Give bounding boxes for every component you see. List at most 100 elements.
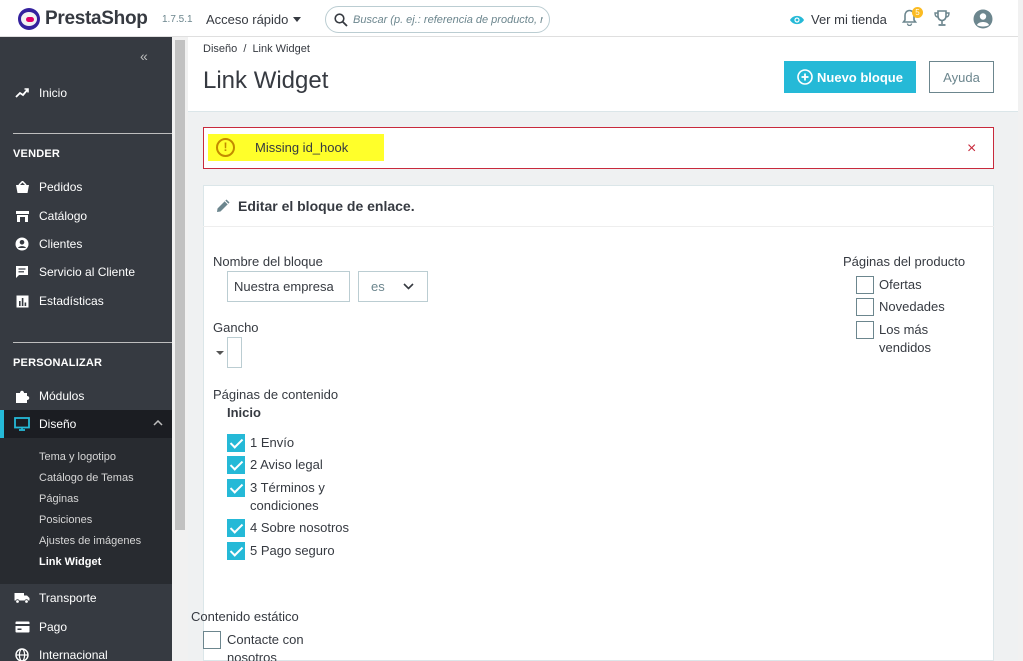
quick-access-dropdown[interactable]: Acceso rápido bbox=[206, 12, 302, 27]
submenu-item-link-widget[interactable]: Link Widget bbox=[39, 556, 101, 568]
sidebar-scrollbar-thumb[interactable] bbox=[175, 40, 185, 530]
bar-chart-icon bbox=[13, 292, 31, 310]
sidebar-item-label: Inicio bbox=[39, 86, 68, 100]
close-icon[interactable]: × bbox=[967, 141, 976, 157]
static-content-item-label: Contacte con nosotros bbox=[227, 632, 304, 661]
eye-icon bbox=[790, 15, 804, 24]
product-page-checkbox[interactable] bbox=[856, 276, 874, 294]
block-name-label: Nombre del bloque bbox=[213, 254, 323, 269]
panel-title: Editar el bloque de enlace. bbox=[238, 197, 415, 214]
sidebar-divider bbox=[13, 133, 172, 134]
sidebar-item-orders[interactable]: Pedidos bbox=[0, 173, 172, 201]
chat-icon bbox=[13, 263, 31, 281]
submenu-item-positions[interactable]: Posiciones bbox=[39, 514, 92, 526]
caret-down-icon bbox=[216, 351, 224, 355]
sidebar-heading-sell: VENDER bbox=[13, 148, 61, 160]
content-page-checkbox[interactable] bbox=[227, 434, 245, 452]
content-category-label: Inicio bbox=[227, 405, 261, 420]
product-page-label: Los más vendidos bbox=[879, 322, 932, 355]
basket-icon bbox=[13, 178, 31, 196]
sidebar-item-label: Pago bbox=[39, 620, 68, 634]
breadcrumb-link-design[interactable]: Diseño bbox=[203, 43, 237, 55]
new-block-button[interactable]: Nuevo bloque bbox=[784, 61, 916, 93]
puzzle-icon bbox=[13, 387, 31, 405]
truck-icon bbox=[13, 589, 31, 607]
prestashop-logo[interactable]: PrestaShop bbox=[18, 8, 148, 30]
globe-icon bbox=[13, 646, 31, 661]
submenu-item-image-settings[interactable]: Ajustes de imágenes bbox=[39, 535, 141, 547]
alert-message: Missing id_hook bbox=[255, 140, 349, 155]
sidebar-item-customers[interactable]: Clientes bbox=[0, 230, 172, 258]
sidebar-item-label: Clientes bbox=[39, 237, 83, 251]
sidebar-item-catalog[interactable]: Catálogo bbox=[0, 202, 172, 230]
submenu-item-theme-catalog[interactable]: Catálogo de Temas bbox=[39, 472, 134, 484]
product-page-checkbox[interactable] bbox=[856, 321, 874, 339]
content-page-label: 5 Pago seguro bbox=[250, 543, 335, 558]
sidebar-item-label: Servicio al Cliente bbox=[39, 265, 136, 279]
chevron-down-icon bbox=[403, 283, 414, 290]
language-select[interactable]: es bbox=[358, 271, 428, 302]
breadcrumb-current: Link Widget bbox=[252, 43, 310, 55]
submenu-item-pages[interactable]: Páginas bbox=[39, 493, 79, 505]
content-page-checkbox[interactable] bbox=[227, 456, 245, 474]
store-icon bbox=[13, 207, 31, 225]
trophy-icon[interactable] bbox=[933, 10, 951, 27]
content-page-checkbox[interactable] bbox=[227, 479, 245, 497]
sidebar-item-label: Pedidos bbox=[39, 180, 83, 194]
sidebar-item-home[interactable]: Inicio bbox=[0, 79, 172, 107]
product-page-label: Novedades bbox=[879, 299, 945, 314]
add-circle-icon bbox=[797, 69, 813, 85]
sidebar-item-shipping[interactable]: Transporte bbox=[0, 584, 172, 612]
content-page-checkbox[interactable] bbox=[227, 542, 245, 560]
prestashop-logo-icon bbox=[18, 8, 40, 30]
sidebar-item-stats[interactable]: Estadísticas bbox=[0, 287, 172, 315]
credit-card-icon bbox=[13, 618, 31, 636]
sidebar-item-international[interactable]: Internacional bbox=[0, 641, 172, 661]
warning-icon: ! bbox=[216, 138, 235, 157]
trending-up-icon bbox=[13, 84, 31, 102]
quick-access-label: Acceso rápido bbox=[206, 12, 289, 27]
content-page-label: 2 Aviso legal bbox=[250, 457, 323, 472]
submenu-item-theme-logo[interactable]: Tema y logotipo bbox=[39, 451, 116, 463]
static-content-checkbox[interactable] bbox=[203, 631, 221, 649]
breadcrumb: Diseño / Link Widget bbox=[203, 43, 310, 55]
view-store-label: Ver mi tienda bbox=[811, 12, 887, 27]
sidebar: « Inicio VENDER Pedidos Catálogo Cliente… bbox=[0, 37, 172, 661]
block-name-input[interactable] bbox=[227, 271, 350, 302]
search-input[interactable] bbox=[353, 13, 543, 26]
user-account-icon[interactable] bbox=[973, 9, 993, 29]
product-page-checkbox[interactable] bbox=[856, 298, 874, 316]
sidebar-item-payment[interactable]: Pago bbox=[0, 613, 172, 641]
view-store-link[interactable]: Ver mi tienda bbox=[789, 12, 887, 27]
product-pages-label: Páginas del producto bbox=[843, 254, 966, 269]
sidebar-divider bbox=[13, 342, 172, 343]
product-page-label: Ofertas bbox=[879, 277, 922, 292]
sidebar-item-label: Módulos bbox=[39, 389, 85, 403]
content-page-label: 3 Términos y condiciones bbox=[250, 480, 325, 513]
sidebar-item-label: Catálogo bbox=[39, 209, 88, 223]
sidebar-item-modules[interactable]: Módulos bbox=[0, 382, 172, 410]
search-box[interactable] bbox=[325, 6, 550, 33]
content-pages-label: Páginas de contenido bbox=[213, 387, 339, 402]
pencil-icon bbox=[217, 199, 230, 212]
breadcrumb-separator: / bbox=[243, 43, 247, 55]
content-page-label: 4 Sobre nosotros bbox=[250, 520, 350, 535]
brand-name: PrestaShop bbox=[45, 8, 148, 29]
sidebar-heading-customize: PERSONALIZAR bbox=[13, 357, 103, 369]
new-block-label: Nuevo bloque bbox=[817, 69, 903, 85]
panel-header: Editar el bloque de enlace. bbox=[203, 185, 994, 227]
sidebar-item-label: Internacional bbox=[39, 648, 108, 661]
hook-select[interactable] bbox=[227, 337, 242, 368]
content-page-label: 1 Envío bbox=[250, 435, 295, 450]
notification-count-badge: 5 bbox=[912, 7, 923, 18]
caret-down-icon bbox=[293, 17, 302, 22]
page-scrollbar[interactable] bbox=[1018, 0, 1023, 661]
static-content-label: Contenido estático bbox=[191, 609, 299, 624]
account-circle-icon bbox=[13, 235, 31, 253]
help-button[interactable]: Ayuda bbox=[929, 61, 994, 93]
language-value: es bbox=[371, 279, 385, 294]
sidebar-item-customer-service[interactable]: Servicio al Cliente bbox=[0, 258, 172, 286]
search-icon bbox=[334, 12, 348, 27]
collapse-sidebar-icon[interactable]: « bbox=[140, 48, 148, 64]
content-page-checkbox[interactable] bbox=[227, 519, 245, 537]
